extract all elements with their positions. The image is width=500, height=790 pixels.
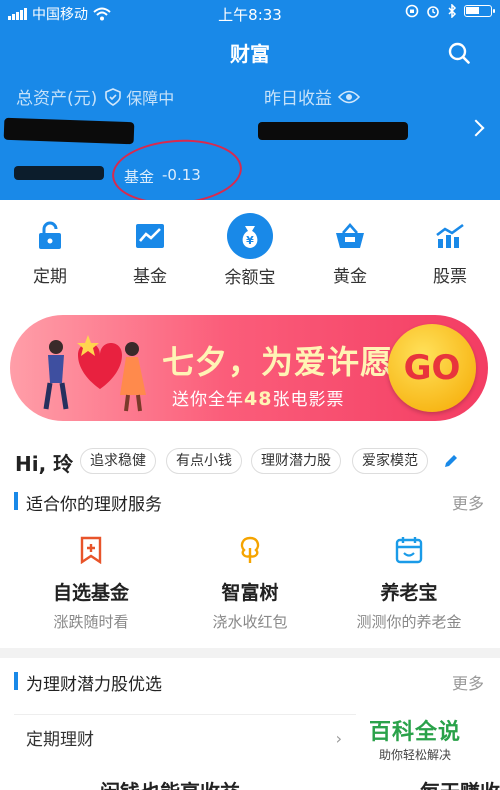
eye-icon[interactable] xyxy=(338,90,360,104)
watermark-subtitle: 助你轻松解决 xyxy=(378,748,451,762)
more-link[interactable]: 更多 xyxy=(452,670,484,694)
nav-label: 黄金 xyxy=(333,267,367,287)
more-link[interactable]: 更多 xyxy=(452,490,484,514)
redacted-total-assets xyxy=(3,117,135,145)
tree-icon xyxy=(240,536,260,563)
service-subtitle: 浇水收红包 xyxy=(212,613,288,631)
card-headline: 闲钱也能享收益 xyxy=(100,776,240,790)
couple-illustration xyxy=(43,335,146,412)
service-title: 自选基金 xyxy=(52,582,129,604)
assets-header: 中国移动 上午8:33 财富 总资产(元) 保障中 昨日收益 基金 -0.13 xyxy=(0,0,500,209)
section-header: 适合你的理财服务 更多 xyxy=(0,478,500,522)
protection-status[interactable]: 保障中 xyxy=(105,85,174,109)
go-button[interactable]: GO xyxy=(388,324,476,412)
total-assets-row[interactable]: 总资产(元) 保障中 xyxy=(16,84,174,109)
greeting: Hi, 玲 xyxy=(15,452,74,476)
service-title: 智富树 xyxy=(221,582,279,604)
banner-subtitle: 送你全年48张电影票 xyxy=(172,385,344,410)
service-subtitle: 测测你的养老金 xyxy=(356,613,462,631)
greeting-row: Hi, 玲 追求稳健 有点小钱 理财潜力股 爱家模范 xyxy=(0,430,500,478)
service-custom-funds[interactable]: 自选基金 涨跌随时看 xyxy=(8,536,174,632)
hand-drawn-circle xyxy=(109,135,245,209)
page-title: 财富 xyxy=(230,42,270,66)
search-icon[interactable] xyxy=(448,42,470,64)
rotation-lock-icon xyxy=(405,4,419,18)
gold-basket-icon xyxy=(334,220,366,252)
service-title: 养老宝 xyxy=(380,582,438,604)
protection-label: 保障中 xyxy=(126,88,175,108)
banner-subtitle-pre: 送你全年 xyxy=(172,390,244,410)
card-title: 定期理财 xyxy=(26,730,94,750)
nav-item-stocks[interactable]: 股票 xyxy=(400,200,500,300)
stock-chart-icon xyxy=(434,220,466,252)
nav-label: 定期 xyxy=(33,267,67,287)
section-title: 为理财潜力股优选 xyxy=(26,675,162,695)
nav-item-gold[interactable]: 黄金 xyxy=(300,200,400,300)
chevron-right-icon[interactable] xyxy=(467,119,485,137)
nav-item-fund[interactable]: 基金 xyxy=(100,200,200,300)
tag-family[interactable]: 爱家模范 xyxy=(352,448,428,474)
calendar-icon xyxy=(395,537,423,564)
alarm-icon xyxy=(427,6,439,18)
section-header: 为理财潜力股优选 更多 xyxy=(0,658,500,702)
chevron-right-icon: › xyxy=(335,729,342,748)
redacted-yesterday-earnings xyxy=(258,122,408,140)
redacted-balance xyxy=(14,166,104,180)
battery-icon xyxy=(464,5,495,17)
nav-item-fixed-term[interactable]: 定期 xyxy=(0,200,100,300)
service-pension[interactable]: 养老宝 测测你的养老金 xyxy=(326,536,492,632)
recommended-services: 适合你的理财服务 更多 自选基金 涨跌随时看 智富树 浇水收红包 养老宝 测测你… xyxy=(0,478,500,648)
tag-some-money[interactable]: 有点小钱 xyxy=(166,448,242,474)
svg-text:¥: ¥ xyxy=(246,234,254,247)
service-wealth-tree[interactable]: 智富树 浇水收红包 xyxy=(167,536,333,632)
bluetooth-icon xyxy=(448,4,457,18)
quick-nav: 定期 基金 ¥ 余额宝 黄金 股票 xyxy=(0,200,500,300)
watermark: 百科全说 助你轻松解决 xyxy=(360,714,470,764)
nav-label: 股票 xyxy=(433,267,467,287)
nav-item-yuebao[interactable]: ¥ 余额宝 xyxy=(200,200,300,300)
total-assets-label: 总资产(元) xyxy=(16,89,98,109)
tag-potential[interactable]: 理财潜力股 xyxy=(251,448,341,474)
promo-banner[interactable]: 七夕，为爱许愿 送你全年48张电影票 GO xyxy=(10,315,488,421)
shield-icon xyxy=(105,87,122,106)
edit-icon[interactable] xyxy=(442,452,460,470)
banner-title: 七夕，为爱许愿 xyxy=(162,343,394,381)
section-title: 适合你的理财服务 xyxy=(26,495,162,515)
watermark-title: 百科全说 xyxy=(368,720,461,745)
section-accent-bar xyxy=(14,672,18,690)
yuan-bag-icon: ¥ xyxy=(227,213,273,259)
banner-subtitle-post: 张电影票 xyxy=(272,390,345,410)
lock-icon xyxy=(34,220,66,252)
nav-label: 余额宝 xyxy=(224,268,276,288)
banner-subtitle-number: 48 xyxy=(244,388,273,410)
service-subtitle: 涨跌随时看 xyxy=(53,613,129,631)
yesterday-earnings-label: 昨日收益 xyxy=(264,89,332,109)
status-bar: 中国移动 上午8:33 xyxy=(0,0,500,26)
bookmark-plus-icon xyxy=(80,536,102,565)
card2-headline: 每天赚收 xyxy=(420,776,500,790)
section-accent-bar xyxy=(14,492,18,510)
promo-banner-area: 七夕，为爱许愿 送你全年48张电影票 GO xyxy=(0,300,500,430)
yesterday-earnings-row[interactable]: 昨日收益 xyxy=(264,84,360,109)
chart-icon xyxy=(134,220,166,252)
tag-steady[interactable]: 追求稳健 xyxy=(80,448,156,474)
nav-label: 基金 xyxy=(133,267,167,287)
